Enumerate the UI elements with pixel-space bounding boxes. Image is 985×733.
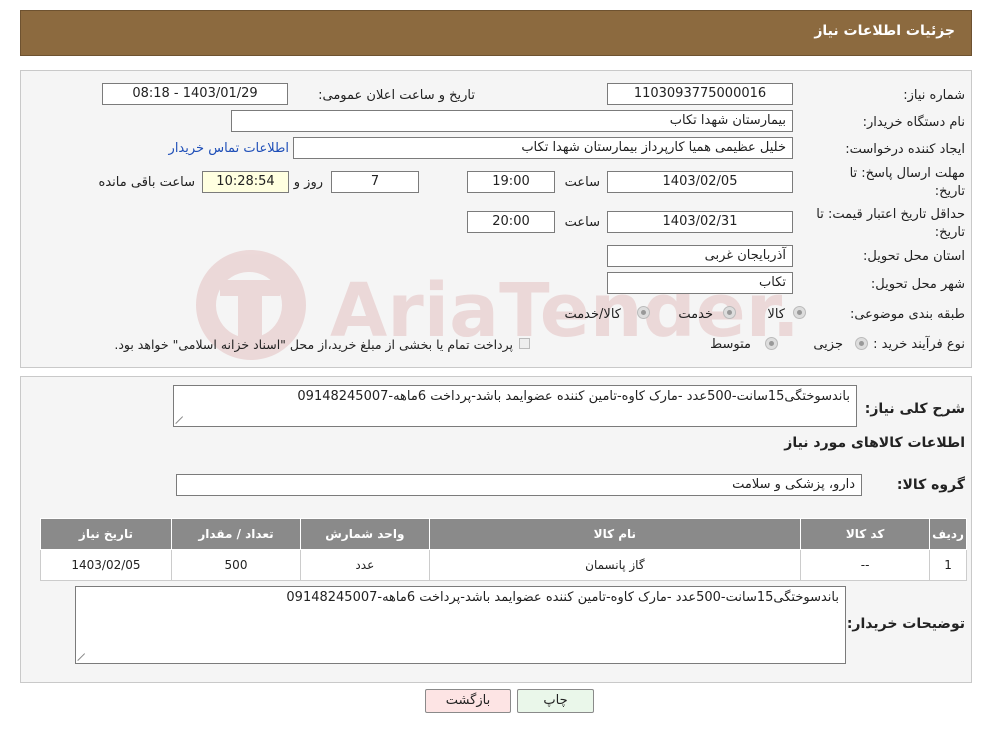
creator-field: خلیل عظیمی همیا کارپرداز بیمارستان شهدا …	[293, 137, 793, 159]
group-field: دارو، پزشکی و سلامت	[176, 474, 862, 496]
col-code: کد کالا	[800, 518, 931, 550]
purchase-note: پرداخت تمام یا بخشی از مبلغ خرید،از محل …	[114, 337, 513, 352]
reply-time-field: 19:00	[467, 171, 555, 193]
category-label: طبقه بندی موضوعی:	[849, 307, 965, 322]
creator-label: ایجاد کننده درخواست:	[845, 142, 965, 157]
cell-code: --	[800, 549, 931, 581]
reply-deadline-label: مهلت ارسال پاسخ: تا	[849, 166, 965, 181]
col-name: نام کالا	[428, 518, 802, 550]
announce-label: تاریخ و ساعت اعلان عمومی:	[318, 88, 475, 103]
page-header: جزئیات اطلاعات نیاز	[20, 10, 972, 56]
category-radio-service[interactable]	[723, 306, 736, 319]
resize-grip-icon[interactable]	[78, 651, 88, 661]
table-row: 1 -- گاز پانسمان عدد 500 1403/02/05	[40, 549, 967, 581]
validity-time-field: 20:00	[467, 211, 555, 233]
purchase-type-label: نوع فرآیند خرید :	[873, 337, 965, 352]
col-row: ردیف	[929, 518, 967, 550]
province-label: استان محل تحویل:	[863, 249, 965, 264]
purchase-radio-partial[interactable]	[855, 337, 868, 350]
purchase-option-medium: متوسط	[710, 337, 751, 352]
reply-deadline-label-2: تاریخ:	[934, 184, 965, 199]
days-label: روز و	[293, 175, 323, 190]
category-option-service: خدمت	[678, 307, 713, 322]
col-date: تاریخ نیاز	[40, 518, 172, 550]
purchase-radio-medium[interactable]	[765, 337, 778, 350]
reply-time-label: ساعت	[564, 175, 600, 190]
page-title: جزئیات اطلاعات نیاز	[814, 23, 955, 39]
validity-date-field: 1403/02/31	[607, 211, 793, 233]
buyer-notes-text: باندسوختگی15سانت-500عدد -مارک کاوه-تامین…	[286, 590, 839, 605]
cell-quantity: 500	[170, 549, 302, 581]
group-label: گروه کالا:	[896, 477, 965, 493]
col-unit: واحد شمارش	[300, 518, 430, 550]
reply-date-field: 1403/02/05	[607, 171, 793, 193]
validity-time-label: ساعت	[564, 215, 600, 230]
buyer-notes-label: توضیحات خریدار:	[846, 616, 965, 632]
province-field: آذربایجان غربی	[607, 245, 793, 267]
remaining-time-field: 10:28:54	[202, 171, 289, 193]
col-quantity: تعداد / مقدار	[170, 518, 302, 550]
days-field: 7	[331, 171, 419, 193]
cell-name: گاز پانسمان	[428, 549, 802, 581]
announce-field: 1403/01/29 - 08:18	[102, 83, 288, 105]
cell-row: 1	[929, 549, 967, 581]
buyer-org-label: نام دستگاه خریدار:	[862, 115, 965, 130]
category-radio-goods[interactable]	[793, 306, 806, 319]
print-button[interactable]: چاپ	[517, 689, 594, 713]
need-number-label: شماره نیاز:	[903, 88, 965, 103]
summary-text: باندسوختگی15سانت-500عدد -مارک کاوه-تامین…	[297, 389, 850, 404]
cell-date: 1403/02/05	[40, 549, 172, 581]
items-section-title: اطلاعات کالاهای مورد نیاز	[784, 435, 965, 451]
resize-grip-icon[interactable]	[176, 414, 186, 424]
purchase-option-partial: جزیی	[813, 337, 843, 352]
validity-label-2: تاریخ:	[934, 225, 965, 240]
cell-unit: عدد	[300, 549, 430, 581]
treasury-checkbox[interactable]	[519, 338, 530, 349]
category-radio-both[interactable]	[637, 306, 650, 319]
summary-label: شرح کلی نیاز:	[864, 401, 965, 417]
category-option-goods: کالا	[767, 307, 785, 322]
buyer-org-field: بیمارستان شهدا تکاب	[231, 110, 793, 132]
items-table: ردیف کد کالا نام کالا واحد شمارش تعداد /…	[40, 518, 967, 581]
remaining-label: ساعت باقی مانده	[98, 175, 195, 190]
category-option-both: کالا/خدمت	[564, 307, 621, 322]
buyer-notes-textarea[interactable]: باندسوختگی15سانت-500عدد -مارک کاوه-تامین…	[75, 586, 846, 664]
table-header-row: ردیف کد کالا نام کالا واحد شمارش تعداد /…	[40, 518, 967, 550]
city-field: تکاب	[607, 272, 793, 294]
validity-label: حداقل تاریخ اعتبار قیمت: تا	[816, 207, 965, 222]
back-button[interactable]: بازگشت	[425, 689, 511, 713]
contact-info-link[interactable]: اطلاعات تماس خریدار	[169, 141, 289, 156]
summary-textarea[interactable]: باندسوختگی15سانت-500عدد -مارک کاوه-تامین…	[173, 385, 857, 427]
need-number-field: 1103093775000016	[607, 83, 793, 105]
city-label: شهر محل تحویل:	[870, 277, 965, 292]
